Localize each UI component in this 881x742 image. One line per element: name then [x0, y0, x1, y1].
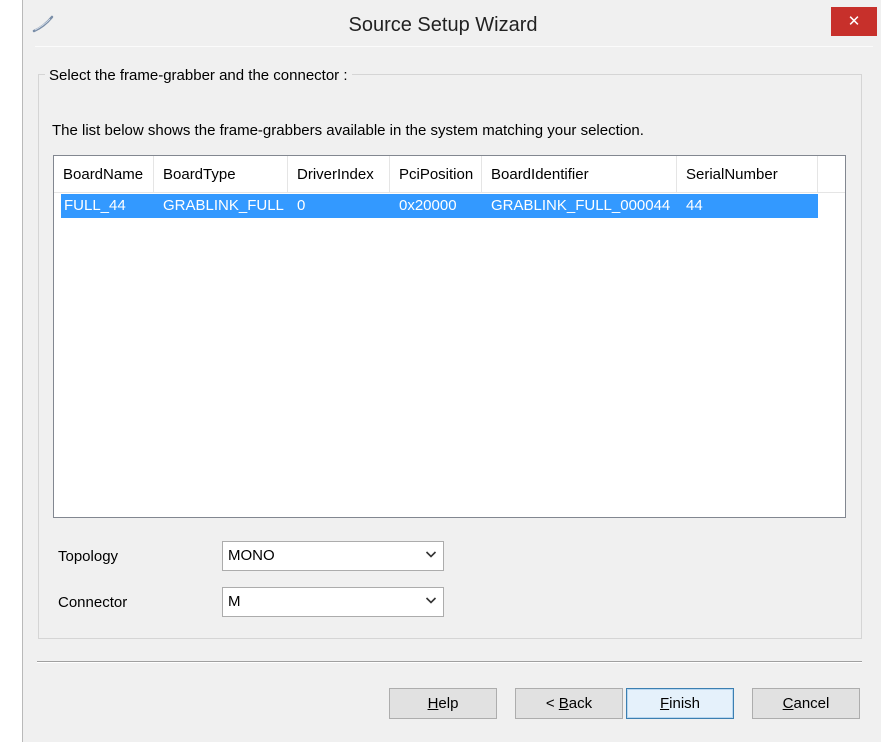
cell-boardname: FULL_44	[64, 197, 126, 214]
window-title: Source Setup Wizard	[348, 14, 538, 36]
footer-separator-highlight	[37, 662, 862, 663]
connector-label: Connector	[58, 594, 128, 611]
cell-pciposition: 0x20000	[399, 197, 457, 214]
column-header-boardidentifier[interactable]: BoardIdentifier	[482, 156, 677, 192]
cancel-button[interactable]: Cancel	[752, 688, 860, 719]
wizard-window: Source Setup Wizard ✕ Select the frame-g…	[22, 0, 881, 742]
cell-serialnumber: 44	[686, 197, 703, 214]
help-button[interactable]: Help	[389, 688, 497, 719]
column-header-serialnumber[interactable]: SerialNumber	[677, 156, 818, 192]
topology-select[interactable]: MONO	[222, 541, 444, 571]
topology-label: Topology	[58, 548, 119, 565]
cell-driverindex: 0	[297, 197, 306, 214]
groupbox-title: Select the frame-grabber and the connect…	[45, 67, 352, 84]
topology-value: MONO	[228, 547, 275, 564]
cell-boardtype: GRABLINK_FULL	[163, 197, 284, 214]
table-row[interactable]: FULL_44 GRABLINK_FULL 0 0x20000 GRABLINK…	[61, 194, 818, 218]
chevron-down-icon	[425, 597, 437, 604]
column-header-pciposition[interactable]: PciPosition	[390, 156, 482, 192]
close-icon: ✕	[847, 13, 861, 30]
connector-value: M	[228, 593, 241, 610]
column-header-boardname[interactable]: BoardName	[54, 156, 154, 192]
title-bar[interactable]: Source Setup Wizard ✕	[23, 0, 881, 46]
list-header: BoardName BoardType DriverIndex PciPosit…	[54, 156, 845, 193]
title-divider	[35, 46, 873, 47]
list-description: The list below shows the frame-grabbers …	[52, 122, 644, 139]
connector-select[interactable]: M	[222, 587, 444, 617]
cell-boardidentifier: GRABLINK_FULL_000044	[491, 197, 671, 214]
column-header-driverindex[interactable]: DriverIndex	[288, 156, 390, 192]
frame-grabber-list[interactable]: BoardName BoardType DriverIndex PciPosit…	[53, 155, 846, 518]
back-button[interactable]: < Back	[515, 688, 623, 719]
finish-button[interactable]: Finish	[626, 688, 734, 719]
close-button[interactable]: ✕	[831, 7, 877, 36]
column-header-boardtype[interactable]: BoardType	[154, 156, 288, 192]
chevron-down-icon	[425, 551, 437, 558]
